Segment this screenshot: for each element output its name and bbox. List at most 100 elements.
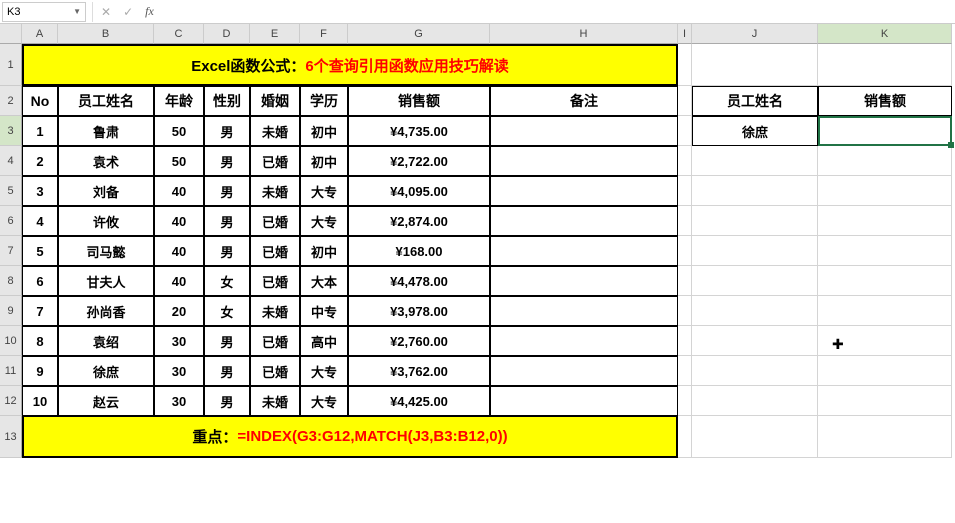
spreadsheet-grid[interactable]: ABCDEFGHIJK 1Excel函数公式：6个查询引用函数应用技巧解读2No… [0, 24, 955, 458]
cell-J12[interactable] [692, 386, 818, 416]
cell-sex-8[interactable]: 女 [204, 266, 250, 296]
cell-sex-11[interactable]: 男 [204, 356, 250, 386]
cell-no-5[interactable]: 3 [22, 176, 58, 206]
cell-mar-3[interactable]: 未婚 [250, 116, 300, 146]
cell-age-11[interactable]: 30 [154, 356, 204, 386]
col-header-E[interactable]: E [250, 24, 300, 44]
row-header-8[interactable]: 8 [0, 266, 22, 296]
cell-age-10[interactable]: 30 [154, 326, 204, 356]
cell-edu-11[interactable]: 大专 [300, 356, 348, 386]
row-header-1[interactable]: 1 [0, 44, 22, 86]
cell-remark-9[interactable] [490, 296, 678, 326]
name-box-dropdown-icon[interactable]: ▼ [73, 7, 81, 16]
cell-sales-9[interactable]: ¥3,978.00 [348, 296, 490, 326]
cell-I11[interactable] [678, 356, 692, 386]
cell-J1[interactable] [692, 44, 818, 86]
cell-remark-7[interactable] [490, 236, 678, 266]
cell-age-3[interactable]: 50 [154, 116, 204, 146]
title-cell[interactable]: Excel函数公式：6个查询引用函数应用技巧解读 [22, 44, 678, 86]
cell-mar-6[interactable]: 已婚 [250, 206, 300, 236]
cell-sales-10[interactable]: ¥2,760.00 [348, 326, 490, 356]
cell-sales-8[interactable]: ¥4,478.00 [348, 266, 490, 296]
cell-sex-3[interactable]: 男 [204, 116, 250, 146]
cell-age-8[interactable]: 40 [154, 266, 204, 296]
confirm-icon[interactable]: ✓ [121, 5, 135, 19]
cell-remark-6[interactable] [490, 206, 678, 236]
footer-cell[interactable]: 重点：=INDEX(G3:G12,MATCH(J3,B3:B12,0)) [22, 416, 678, 458]
cell-edu-12[interactable]: 大专 [300, 386, 348, 416]
header-E[interactable]: 婚姻 [250, 86, 300, 116]
cell-no-9[interactable]: 7 [22, 296, 58, 326]
cell-remark-10[interactable] [490, 326, 678, 356]
cell-remark-12[interactable] [490, 386, 678, 416]
header-G[interactable]: 销售额 [348, 86, 490, 116]
cell-mar-9[interactable]: 未婚 [250, 296, 300, 326]
cell-no-6[interactable]: 4 [22, 206, 58, 236]
cell-K9[interactable] [818, 296, 952, 326]
cell-sales-4[interactable]: ¥2,722.00 [348, 146, 490, 176]
cell-I1[interactable] [678, 44, 692, 86]
cell-K4[interactable] [818, 146, 952, 176]
cell-edu-10[interactable]: 高中 [300, 326, 348, 356]
col-header-J[interactable]: J [692, 24, 818, 44]
header-A[interactable]: No [22, 86, 58, 116]
cell-name-9[interactable]: 孙尚香 [58, 296, 154, 326]
cell-K10[interactable] [818, 326, 952, 356]
row-header-3[interactable]: 3 [0, 116, 22, 146]
row-header-7[interactable]: 7 [0, 236, 22, 266]
cell-J13[interactable] [692, 416, 818, 458]
name-box[interactable]: K3 ▼ [2, 2, 86, 22]
header-J[interactable]: 员工姓名 [692, 86, 818, 116]
cell-J10[interactable] [692, 326, 818, 356]
fx-icon[interactable]: fx [143, 4, 156, 19]
cell-remark-8[interactable] [490, 266, 678, 296]
cell-I10[interactable] [678, 326, 692, 356]
cell-I13[interactable] [678, 416, 692, 458]
cell-K5[interactable] [818, 176, 952, 206]
cell-K7[interactable] [818, 236, 952, 266]
cell-edu-8[interactable]: 大本 [300, 266, 348, 296]
cell-edu-9[interactable]: 中专 [300, 296, 348, 326]
cell-sales-3[interactable]: ¥4,735.00 [348, 116, 490, 146]
lookup-sales[interactable] [818, 116, 952, 146]
cell-K12[interactable] [818, 386, 952, 416]
header-B[interactable]: 员工姓名 [58, 86, 154, 116]
cell-J9[interactable] [692, 296, 818, 326]
row-header-4[interactable]: 4 [0, 146, 22, 176]
cell-sex-9[interactable]: 女 [204, 296, 250, 326]
cell-edu-4[interactable]: 初中 [300, 146, 348, 176]
cell-mar-8[interactable]: 已婚 [250, 266, 300, 296]
cell-age-4[interactable]: 50 [154, 146, 204, 176]
cell-I7[interactable] [678, 236, 692, 266]
col-header-G[interactable]: G [348, 24, 490, 44]
cell-J7[interactable] [692, 236, 818, 266]
cell-age-5[interactable]: 40 [154, 176, 204, 206]
cell-I9[interactable] [678, 296, 692, 326]
cell-I12[interactable] [678, 386, 692, 416]
cell-K6[interactable] [818, 206, 952, 236]
cell-I2[interactable] [678, 86, 692, 116]
col-header-F[interactable]: F [300, 24, 348, 44]
row-header-2[interactable]: 2 [0, 86, 22, 116]
cell-mar-10[interactable]: 已婚 [250, 326, 300, 356]
cell-sex-4[interactable]: 男 [204, 146, 250, 176]
cell-sex-10[interactable]: 男 [204, 326, 250, 356]
col-header-K[interactable]: K [818, 24, 952, 44]
cell-no-10[interactable]: 8 [22, 326, 58, 356]
cell-edu-7[interactable]: 初中 [300, 236, 348, 266]
cell-remark-3[interactable] [490, 116, 678, 146]
cell-no-12[interactable]: 10 [22, 386, 58, 416]
cell-name-5[interactable]: 刘备 [58, 176, 154, 206]
cell-J5[interactable] [692, 176, 818, 206]
cell-J11[interactable] [692, 356, 818, 386]
cell-name-3[interactable]: 鲁肃 [58, 116, 154, 146]
cell-J6[interactable] [692, 206, 818, 236]
cell-mar-5[interactable]: 未婚 [250, 176, 300, 206]
col-header-H[interactable]: H [490, 24, 678, 44]
cell-K1[interactable] [818, 44, 952, 86]
cell-J4[interactable] [692, 146, 818, 176]
cell-I6[interactable] [678, 206, 692, 236]
cell-remark-5[interactable] [490, 176, 678, 206]
cell-mar-4[interactable]: 已婚 [250, 146, 300, 176]
col-header-C[interactable]: C [154, 24, 204, 44]
